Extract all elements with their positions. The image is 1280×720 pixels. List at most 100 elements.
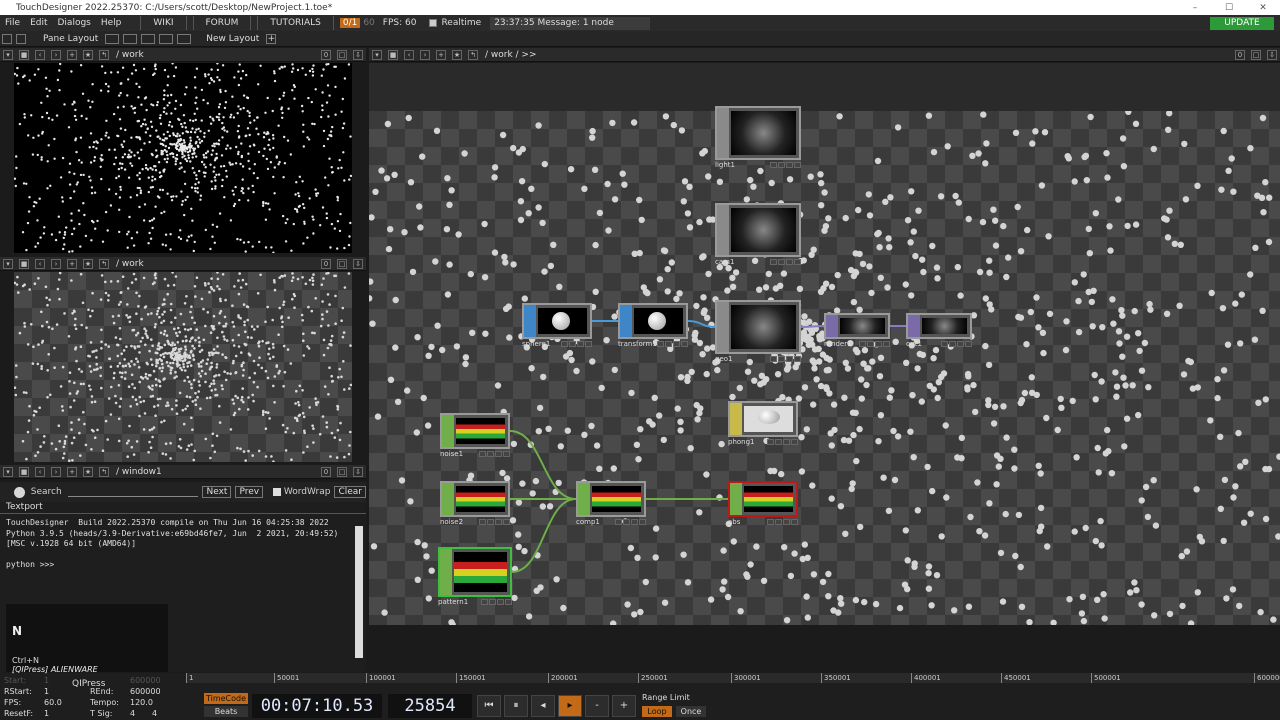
clear-button[interactable]: Clear: [334, 486, 366, 498]
pane-max-icon[interactable]: □: [1251, 49, 1261, 60]
pane-up-icon[interactable]: ↰: [468, 49, 478, 60]
viewer-top-left[interactable]: [14, 63, 352, 253]
pane-back-icon[interactable]: ‹: [35, 258, 45, 269]
layout-preset-3[interactable]: [141, 33, 156, 44]
pane-menu-icon[interactable]: ▾: [3, 466, 13, 477]
node-flag-button[interactable]: [767, 519, 774, 525]
node-flag-button[interactable]: [778, 162, 785, 168]
wordwrap-checkbox[interactable]: [273, 488, 281, 496]
step-minus-button[interactable]: -: [585, 695, 609, 717]
node-flag-button[interactable]: [673, 341, 680, 347]
node-body[interactable]: [576, 481, 646, 517]
node-flag-button[interactable]: [585, 341, 592, 347]
viewer-mid-left[interactable]: [14, 272, 352, 462]
node-flag-button[interactable]: [503, 451, 510, 457]
node-flag-button[interactable]: [770, 356, 777, 362]
node-flag-strip[interactable]: [730, 403, 742, 435]
pane-square-icon[interactable]: ■: [388, 49, 398, 60]
node-flag-button[interactable]: [791, 439, 798, 445]
pane-menu-icon[interactable]: ▾: [372, 49, 382, 60]
node-light1[interactable]: light1: [715, 106, 801, 172]
new-layout-label[interactable]: New Layout: [201, 34, 264, 44]
node-body[interactable]: [728, 481, 798, 517]
network-editor[interactable]: light1 cam1 geo1 sphere1 transform1 render1 ou…: [369, 63, 1280, 625]
node-flag-button[interactable]: [859, 341, 866, 347]
menu-help[interactable]: Help: [96, 18, 127, 28]
node-body[interactable]: [440, 413, 510, 449]
node-flag-button[interactable]: [577, 341, 584, 347]
node-transform1[interactable]: transform1: [618, 303, 688, 351]
textport-output[interactable]: TouchDesigner Build 2022.25370 compile o…: [0, 514, 366, 574]
node-flag-button[interactable]: [479, 451, 486, 457]
node-flags[interactable]: [769, 259, 801, 266]
node-flag-button[interactable]: [495, 451, 502, 457]
menu-edit[interactable]: Edit: [25, 18, 52, 28]
pane-split-icon[interactable]: ⇩: [353, 258, 363, 269]
pane-up-icon[interactable]: ↰: [99, 258, 109, 269]
node-flag-strip[interactable]: [524, 305, 536, 337]
node-flag-button[interactable]: [786, 356, 793, 362]
node-flag-button[interactable]: [770, 162, 777, 168]
pause-button[interactable]: ⏸: [504, 695, 528, 717]
node-noise1[interactable]: noise1: [440, 413, 510, 461]
node-flag-button[interactable]: [965, 341, 972, 347]
node-flag-strip[interactable]: [442, 483, 454, 515]
node-flag-button[interactable]: [767, 439, 774, 445]
node-flag-button[interactable]: [786, 162, 793, 168]
pane-forward-icon[interactable]: ›: [51, 49, 61, 60]
wiki-button[interactable]: WIKI: [140, 16, 187, 30]
pane-path[interactable]: / work: [116, 50, 144, 60]
rend-value[interactable]: 600000: [130, 687, 161, 696]
search-input[interactable]: [67, 487, 199, 497]
node-flags[interactable]: [766, 519, 798, 526]
pane-square-icon[interactable]: ■: [19, 466, 29, 477]
play-button[interactable]: ▸: [558, 695, 582, 717]
loop-button[interactable]: Loop: [642, 706, 672, 717]
node-flag-strip[interactable]: [730, 483, 742, 515]
node-pattern1[interactable]: pattern1: [438, 547, 512, 609]
node-flag-button[interactable]: [479, 519, 486, 525]
pane-max-icon[interactable]: □: [337, 258, 347, 269]
pane-split-icon[interactable]: ⇩: [1267, 49, 1277, 60]
layout-icon-b[interactable]: [16, 33, 26, 44]
pane-path[interactable]: / work: [116, 259, 144, 269]
node-body[interactable]: [728, 401, 798, 437]
pane-star-icon[interactable]: ★: [452, 49, 462, 60]
node-flag-button[interactable]: [794, 162, 801, 168]
pane-menu-icon[interactable]: ▾: [3, 258, 13, 269]
layout-preset-4[interactable]: [159, 33, 174, 44]
node-flag-button[interactable]: [783, 439, 790, 445]
node-flag-button[interactable]: [778, 259, 785, 265]
node-flag-button[interactable]: [561, 341, 568, 347]
pane-forward-icon[interactable]: ›: [51, 466, 61, 477]
node-flag-button[interactable]: [957, 341, 964, 347]
node-flag-strip[interactable]: [717, 205, 729, 255]
forum-button[interactable]: FORUM: [192, 16, 252, 30]
node-flag-strip[interactable]: [578, 483, 590, 515]
node-flag-button[interactable]: [786, 259, 793, 265]
node-noise2[interactable]: noise2: [440, 481, 510, 529]
beats-button[interactable]: Beats: [204, 706, 248, 717]
next-button[interactable]: Next: [202, 486, 232, 498]
node-flag-button[interactable]: [487, 519, 494, 525]
node-flag-button[interactable]: [487, 451, 494, 457]
close-button[interactable]: ✕: [1246, 3, 1280, 13]
node-flag-button[interactable]: [657, 341, 664, 347]
node-flag-button[interactable]: [883, 341, 890, 347]
node-flag-button[interactable]: [778, 356, 785, 362]
node-flag-strip[interactable]: [826, 315, 838, 337]
node-flag-button[interactable]: [770, 259, 777, 265]
node-body[interactable]: [715, 106, 801, 160]
node-geo1[interactable]: geo1: [715, 300, 801, 366]
pane-max-icon[interactable]: □: [337, 49, 347, 60]
node-flags[interactable]: [766, 439, 798, 446]
node-cam1[interactable]: cam1: [715, 203, 801, 269]
start-value[interactable]: 1: [44, 676, 49, 685]
end-value[interactable]: 600000: [130, 676, 161, 685]
rstart-value[interactable]: 1: [44, 687, 49, 696]
node-flags[interactable]: [656, 341, 688, 348]
node-phong1[interactable]: phong1: [728, 401, 798, 449]
pane-star-icon[interactable]: ★: [83, 258, 93, 269]
node-label[interactable]: render1: [824, 340, 852, 348]
fps-value[interactable]: 60.0: [44, 698, 62, 707]
